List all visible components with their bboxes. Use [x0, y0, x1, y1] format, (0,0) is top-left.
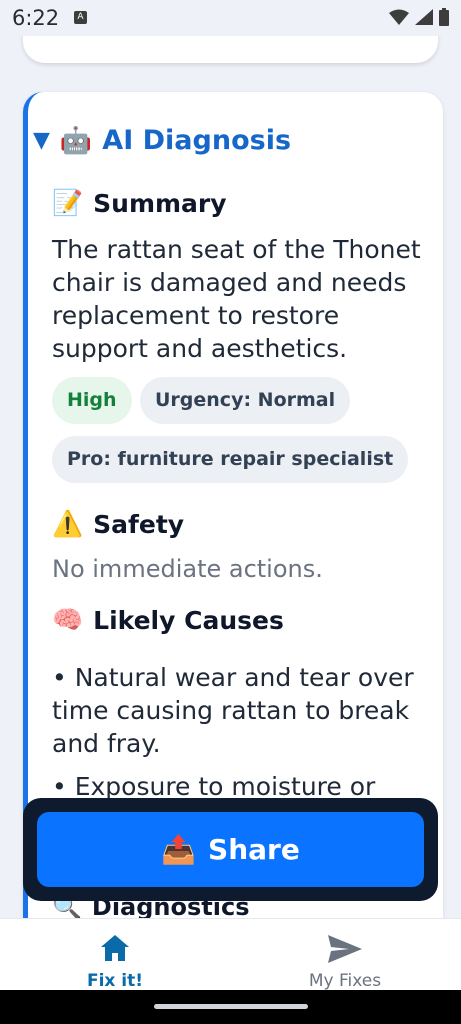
- safety-heading-label: Safety: [93, 509, 185, 539]
- safety-text: No immediate actions.: [52, 555, 323, 583]
- robot-icon: 🤖: [59, 125, 93, 156]
- signal-icon: [415, 9, 433, 25]
- summary-text: The rattan seat of the Thonet chair is d…: [52, 235, 421, 363]
- share-label: Share: [208, 833, 300, 866]
- likely-causes-heading: 🧠 Likely Causes: [52, 605, 284, 635]
- brain-icon: 🧠: [52, 605, 84, 634]
- warning-icon: ⚠️: [52, 509, 84, 538]
- status-icons: [389, 8, 449, 26]
- diagnosis-title: AI Diagnosis: [102, 125, 292, 156]
- likely-causes-heading-label: Likely Causes: [93, 605, 284, 635]
- wifi-icon: [389, 9, 409, 25]
- collapse-arrow-icon[interactable]: ▼: [33, 128, 50, 153]
- safety-heading: ⚠️ Safety: [52, 509, 184, 539]
- outbox-icon: 📤: [161, 833, 197, 866]
- cause-item: • Natural wear and tear over time causin…: [52, 663, 414, 758]
- nav-fix-it[interactable]: Fix it!: [0, 919, 230, 991]
- home-icon: [101, 935, 129, 961]
- summary-heading-label: Summary: [93, 188, 227, 218]
- home-gesture-handle[interactable]: [154, 1004, 308, 1009]
- summary-heading: 📝 Summary: [52, 188, 227, 218]
- send-icon: [328, 935, 362, 963]
- share-bar: 📤 Share: [23, 798, 438, 901]
- notification-icon: A: [74, 11, 87, 24]
- urgency-chip: Urgency: Normal: [140, 377, 351, 424]
- status-bar: 6:22 A: [0, 0, 461, 36]
- severity-chip: High: [52, 377, 132, 424]
- pro-chip: Pro: furniture repair specialist: [52, 436, 409, 483]
- share-button[interactable]: 📤 Share: [37, 812, 424, 887]
- system-nav-bar: [0, 990, 461, 1024]
- nav-my-fixes-label: My Fixes: [308, 971, 382, 991]
- status-time: 6:22: [12, 6, 60, 30]
- battery-icon: [439, 8, 449, 26]
- memo-icon: 📝: [52, 188, 84, 217]
- bottom-nav: Fix it! My Fixes: [0, 918, 461, 991]
- diagnosis-header[interactable]: ▼ 🤖 AI Diagnosis: [33, 125, 291, 156]
- nav-fix-it-label: Fix it!: [86, 971, 144, 991]
- nav-my-fixes[interactable]: My Fixes: [230, 919, 460, 991]
